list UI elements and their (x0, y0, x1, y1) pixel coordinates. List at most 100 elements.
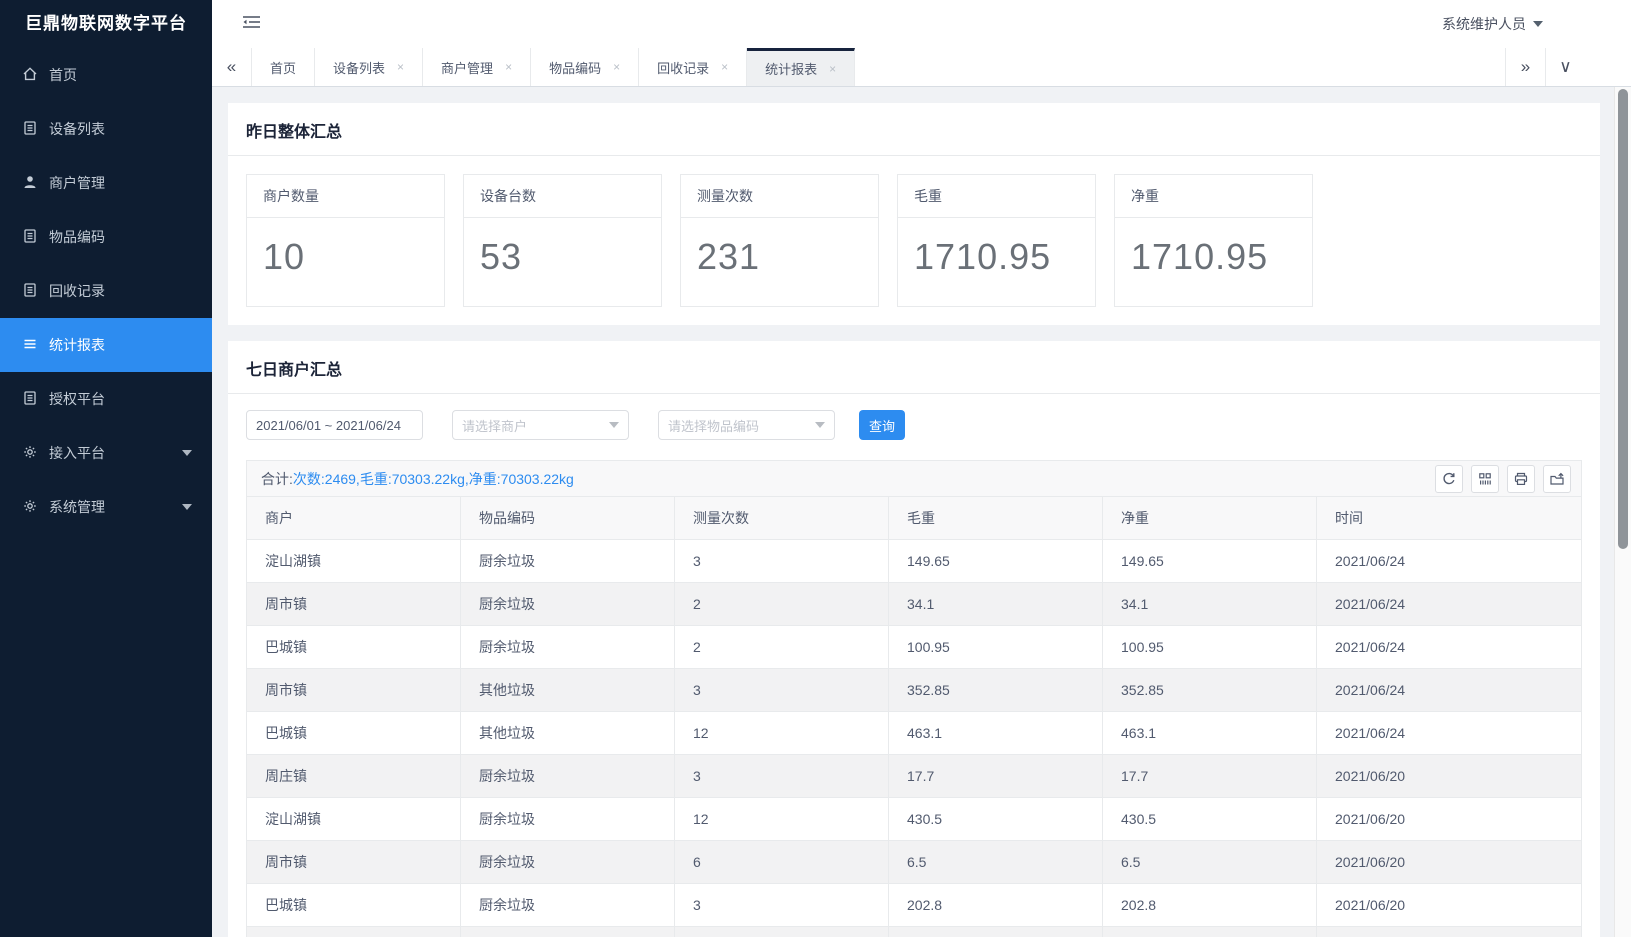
main-area: 系统维护人员 « 首页 设备列表 × 商户管理 × 物品编码 × 回收记录 (212, 0, 1631, 937)
stat-label: 测量次数 (681, 175, 878, 218)
stat-cards: 商户数量 10 设备台数 53 测量次数 231 毛重 1710.95 净重 (228, 156, 1600, 325)
table-row[interactable]: 淀山湖镇厨余垃圾3149.65149.652021/06/24 (247, 540, 1582, 583)
tab-close-icon[interactable]: × (397, 60, 404, 74)
sidebar-item-label: 首页 (49, 65, 77, 85)
tab-merchant-mgmt[interactable]: 商户管理 × (423, 48, 531, 86)
col-header-gross-weight: 毛重 (889, 497, 1103, 540)
table-row[interactable]: 周庄镇其他垃圾168.98.92021/06/20 (247, 927, 1582, 937)
table-row[interactable]: 周市镇厨余垃圾66.56.52021/06/20 (247, 841, 1582, 884)
table-row[interactable]: 巴城镇厨余垃圾3202.8202.82021/06/20 (247, 884, 1582, 927)
tab-statistics-report[interactable]: 统计报表 × (747, 48, 855, 86)
tabs-scroll-left-button[interactable]: « (212, 48, 252, 86)
sidebar-item-device-list[interactable]: 设备列表 (0, 102, 212, 156)
stat-card-net-weight: 净重 1710.95 (1114, 174, 1313, 307)
tab-bar: « 首页 设备列表 × 商户管理 × 物品编码 × 回收记录 × 统计报表 (212, 48, 1631, 87)
table-row[interactable]: 周市镇其他垃圾3352.85352.852021/06/24 (247, 669, 1582, 712)
tabs-nav-right: » ∨ (1505, 48, 1585, 86)
report-table-wrap: 合计:次数:2469,毛重:70303.22kg,净重:70303.22kg (246, 460, 1582, 937)
sidebar-item-label: 接入平台 (49, 443, 105, 463)
stat-value: 1710.95 (1115, 218, 1312, 306)
sidebar-item-item-code[interactable]: 物品编码 (0, 210, 212, 264)
stat-value: 1710.95 (898, 218, 1095, 306)
sidebar-item-system-mgmt[interactable]: 系统管理 (0, 480, 212, 534)
search-button[interactable]: 查询 (859, 410, 905, 440)
document-icon (22, 120, 38, 139)
print-icon[interactable] (1507, 465, 1535, 493)
caret-down-icon (1533, 21, 1543, 27)
gear-icon (22, 498, 38, 517)
col-header-net-weight: 净重 (1103, 497, 1317, 540)
item-code-select[interactable]: 请选择物品编码 (658, 410, 835, 440)
stat-value: 10 (247, 218, 444, 306)
scrollbar-thumb[interactable] (1618, 89, 1628, 549)
stat-label: 商户数量 (247, 175, 444, 218)
tab-device-list[interactable]: 设备列表 × (315, 48, 423, 86)
stat-card-measure-count: 测量次数 231 (680, 174, 879, 307)
stat-label: 设备台数 (464, 175, 661, 218)
tabs-menu-button[interactable]: ∨ (1545, 48, 1585, 86)
chevron-down-icon (182, 450, 192, 456)
col-header-item-code: 物品编码 (461, 497, 675, 540)
col-header-merchant: 商户 (247, 497, 461, 540)
top-header: 系统维护人员 (212, 0, 1631, 48)
stat-value: 231 (681, 218, 878, 306)
merchant-select[interactable]: 请选择商户 (452, 410, 629, 440)
tabs-scroll-right-button[interactable]: » (1505, 48, 1545, 86)
date-range-input[interactable] (246, 410, 423, 440)
sidebar-item-recycle-records[interactable]: 回收记录 (0, 264, 212, 318)
document-icon (22, 390, 38, 409)
table-row[interactable]: 巴城镇厨余垃圾2100.95100.952021/06/24 (247, 626, 1582, 669)
user-name: 系统维护人员 (1442, 14, 1526, 34)
user-menu[interactable]: 系统维护人员 (1442, 14, 1543, 34)
columns-icon[interactable] (1471, 465, 1499, 493)
tab-item-code[interactable]: 物品编码 × (531, 48, 639, 86)
tab-label: 设备列表 (333, 58, 385, 77)
tab-close-icon[interactable]: × (505, 60, 512, 74)
tab-recycle-records[interactable]: 回收记录 × (639, 48, 747, 86)
stat-card-merchant-count: 商户数量 10 (246, 174, 445, 307)
table-row[interactable]: 淀山湖镇厨余垃圾12430.5430.52021/06/20 (247, 798, 1582, 841)
tab-close-icon[interactable]: × (613, 60, 620, 74)
open-tabs: 首页 设备列表 × 商户管理 × 物品编码 × 回收记录 × 统计报表 × (252, 48, 1505, 86)
tab-close-icon[interactable]: × (829, 62, 836, 76)
stat-card-device-count: 设备台数 53 (463, 174, 662, 307)
tab-label: 物品编码 (549, 58, 601, 77)
export-icon[interactable] (1543, 465, 1571, 493)
col-header-time: 时间 (1317, 497, 1582, 540)
report-table: 商户 物品编码 测量次数 毛重 净重 时间 淀山湖镇厨余垃圾3149.65149… (246, 496, 1582, 937)
caret-down-icon (815, 422, 825, 428)
table-row[interactable]: 周市镇厨余垃圾234.134.12021/06/24 (247, 583, 1582, 626)
document-icon (22, 282, 38, 301)
sidebar-item-auth-platform[interactable]: 授权平台 (0, 372, 212, 426)
tab-home[interactable]: 首页 (252, 48, 315, 86)
tab-label: 首页 (270, 58, 296, 77)
sidebar-collapse-icon[interactable] (242, 14, 261, 35)
stat-label: 净重 (1115, 175, 1312, 218)
sidebar-item-label: 商户管理 (49, 173, 105, 193)
tab-close-icon[interactable]: × (721, 60, 728, 74)
table-row[interactable]: 周庄镇厨余垃圾317.717.72021/06/20 (247, 755, 1582, 798)
vertical-scrollbar[interactable] (1614, 87, 1631, 937)
refresh-icon[interactable] (1435, 465, 1463, 493)
sidebar-item-merchant-mgmt[interactable]: 商户管理 (0, 156, 212, 210)
weekly-summary-panel: 七日商户汇总 请选择商户 请选择物品编码 查询 合计:次数:2469,毛重:70… (228, 341, 1600, 937)
sidebar-item-access-platform[interactable]: 接入平台 (0, 426, 212, 480)
select-placeholder: 请选择物品编码 (668, 416, 759, 435)
chevron-down-icon (182, 504, 192, 510)
table-toolbar (1435, 465, 1571, 493)
sidebar-item-home[interactable]: 首页 (0, 48, 212, 102)
tab-label: 统计报表 (765, 59, 817, 78)
list-icon (22, 336, 38, 355)
document-icon (22, 228, 38, 247)
table-row[interactable]: 巴城镇其他垃圾12463.1463.12021/06/24 (247, 712, 1582, 755)
select-placeholder: 请选择商户 (462, 416, 527, 435)
stat-value: 53 (464, 218, 661, 306)
sidebar-item-statistics-report[interactable]: 统计报表 (0, 318, 212, 372)
sidebar-item-label: 授权平台 (49, 389, 105, 409)
yesterday-summary-panel: 昨日整体汇总 商户数量 10 设备台数 53 测量次数 231 毛重 1710.… (228, 103, 1600, 325)
sidebar-item-label: 系统管理 (49, 497, 105, 517)
sidebar-item-label: 回收记录 (49, 281, 105, 301)
home-icon (22, 66, 38, 85)
section-title-yesterday: 昨日整体汇总 (228, 103, 1600, 156)
totals-text: 合计:次数:2469,毛重:70303.22kg,净重:70303.22kg (261, 469, 574, 489)
